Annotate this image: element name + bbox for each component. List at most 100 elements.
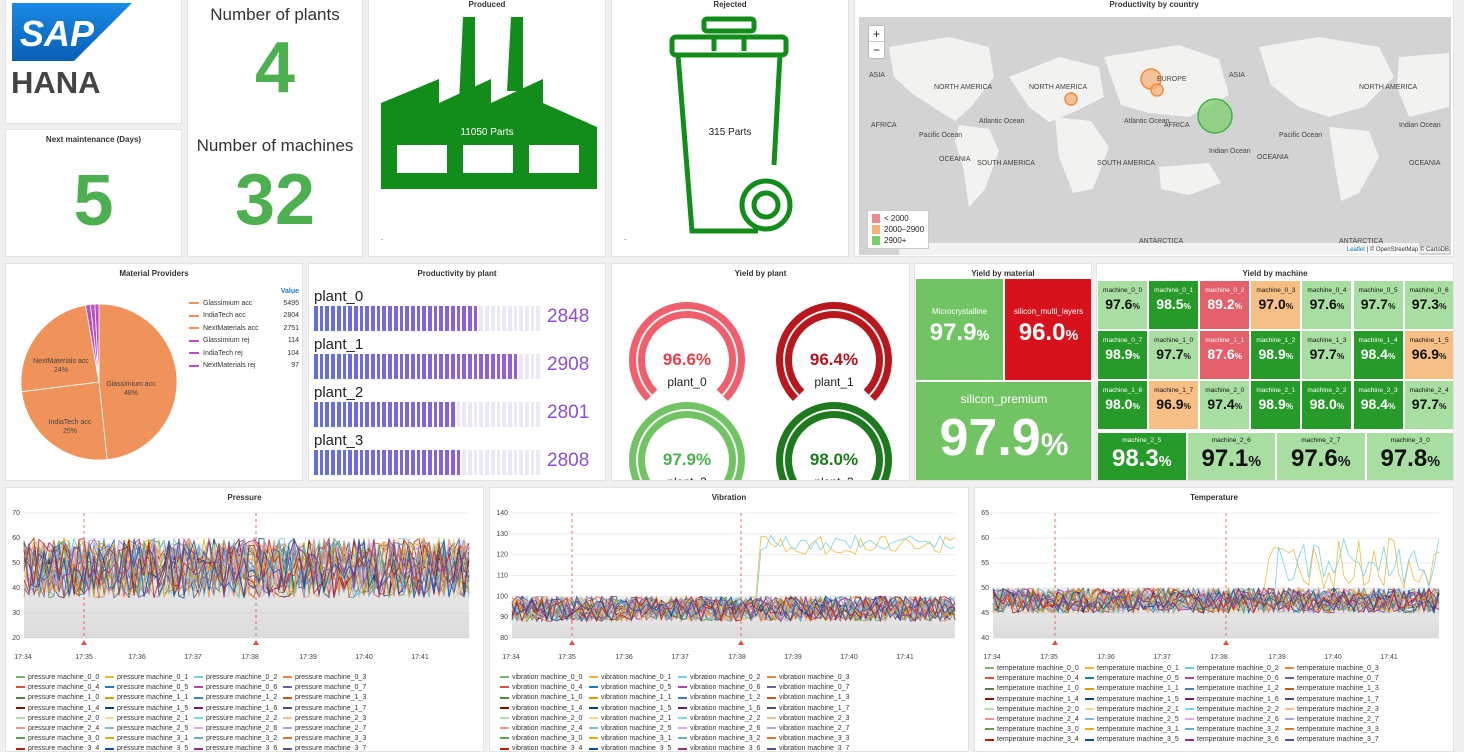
legend-item[interactable]: pressure machine_1_6 bbox=[194, 705, 277, 712]
legend-item[interactable]: temperature machine_3_7 bbox=[1285, 736, 1379, 743]
legend-item[interactable]: Glassimium acc 5495 bbox=[189, 297, 299, 310]
map-marker[interactable] bbox=[1150, 83, 1164, 97]
zoom-out-button[interactable]: − bbox=[869, 42, 884, 58]
annotation-marker[interactable] bbox=[253, 640, 259, 645]
legend-item[interactable]: pressure machine_0_3 bbox=[283, 674, 366, 681]
legend-item[interactable]: temperature machine_2_4 bbox=[985, 716, 1079, 723]
legend-item[interactable]: vibration machine_0_7 bbox=[767, 684, 849, 691]
annotation-marker[interactable] bbox=[1223, 640, 1229, 645]
legend-item[interactable]: NextMaterials rej 97 bbox=[189, 360, 299, 373]
legend-item[interactable]: vibration machine_2_1 bbox=[589, 715, 671, 722]
legend-item[interactable]: pressure machine_2_2 bbox=[194, 715, 277, 722]
legend-item[interactable]: vibration machine_1_5 bbox=[589, 705, 671, 712]
legend-item[interactable]: pressure machine_3_2 bbox=[194, 735, 277, 742]
legend-item[interactable]: vibration machine_3_3 bbox=[767, 735, 849, 742]
legend-item[interactable]: temperature machine_2_3 bbox=[1285, 706, 1379, 713]
legend-item[interactable]: temperature machine_2_5 bbox=[1085, 716, 1179, 723]
legend-item[interactable]: temperature machine_0_6 bbox=[1185, 675, 1279, 682]
annotation-marker[interactable] bbox=[738, 640, 744, 645]
legend-item[interactable]: vibration machine_3_5 bbox=[589, 745, 671, 751]
legend-item[interactable]: temperature machine_3_5 bbox=[1085, 736, 1179, 743]
map-marker[interactable] bbox=[1064, 92, 1078, 106]
legend-item[interactable]: pressure machine_2_1 bbox=[105, 715, 188, 722]
legend-item[interactable]: temperature machine_0_4 bbox=[985, 675, 1079, 682]
legend-item[interactable]: temperature machine_2_2 bbox=[1185, 706, 1279, 713]
legend-item[interactable]: temperature machine_1_0 bbox=[985, 685, 1079, 692]
temperature-chart[interactable]: 65 60 55 50 45 40 17:34 17:35 17:36 17:37 17:38 17:… bbox=[975, 506, 1454, 678]
legend-header[interactable]: Value bbox=[189, 288, 299, 295]
legend-item[interactable]: pressure machine_0_5 bbox=[105, 684, 188, 691]
legend-item[interactable]: NextMaterials acc 2751 bbox=[189, 322, 299, 335]
legend-item[interactable]: pressure machine_3_5 bbox=[105, 745, 188, 751]
legend-item[interactable]: vibration machine_0_6 bbox=[678, 684, 760, 691]
world-map[interactable]: NORTH AMERICA NORTH AMERICA NORTH AMERIC… bbox=[859, 17, 1451, 255]
legend-item[interactable]: vibration machine_3_6 bbox=[678, 745, 760, 751]
legend-item[interactable]: temperature machine_0_0 bbox=[985, 665, 1079, 672]
legend-item[interactable]: vibration machine_1_4 bbox=[500, 705, 582, 712]
legend-item[interactable]: vibration machine_1_7 bbox=[767, 705, 849, 712]
legend-item[interactable]: vibration machine_0_3 bbox=[767, 674, 849, 681]
legend-item[interactable]: pressure machine_2_5 bbox=[105, 725, 188, 732]
legend-item[interactable]: IndiaTech rej 104 bbox=[189, 347, 299, 360]
legend-item[interactable]: temperature machine_0_1 bbox=[1085, 665, 1179, 672]
legend-item[interactable]: temperature machine_2_1 bbox=[1085, 706, 1179, 713]
annotation-marker[interactable] bbox=[569, 640, 575, 645]
legend-item[interactable]: pressure machine_0_7 bbox=[283, 684, 366, 691]
legend-item[interactable]: IndiaTech acc 2804 bbox=[189, 310, 299, 323]
legend-item[interactable]: temperature machine_1_5 bbox=[1085, 696, 1179, 703]
legend-item[interactable]: temperature machine_3_3 bbox=[1285, 726, 1379, 733]
legend-item[interactable]: vibration machine_0_2 bbox=[678, 674, 760, 681]
legend-item[interactable]: Glassimium rej 114 bbox=[189, 335, 299, 348]
legend-item[interactable]: pressure machine_0_6 bbox=[194, 684, 277, 691]
vibration-chart[interactable]: 140 130 120 110 100 90 80 17:34 17:35 17:36 17:37 1… bbox=[490, 506, 969, 678]
legend-item[interactable]: vibration machine_0_4 bbox=[500, 684, 582, 691]
legend-item[interactable]: pressure machine_1_4 bbox=[16, 705, 99, 712]
pressure-chart[interactable]: 70 60 50 40 30 20 17:34 17:35 17:36 17:37 17:38 17:… bbox=[6, 506, 484, 678]
legend-item[interactable]: temperature machine_1_2 bbox=[1185, 685, 1279, 692]
legend-item[interactable]: pressure machine_3_7 bbox=[283, 745, 366, 751]
legend-item[interactable]: pressure machine_0_4 bbox=[16, 684, 99, 691]
pie-slice[interactable] bbox=[20, 304, 100, 393]
legend-item[interactable]: pressure machine_3_1 bbox=[105, 735, 188, 742]
legend-item[interactable]: vibration machine_1_0 bbox=[500, 694, 582, 701]
legend-item[interactable]: vibration machine_3_7 bbox=[767, 745, 849, 751]
legend-item[interactable]: pressure machine_2_3 bbox=[283, 715, 366, 722]
legend-item[interactable]: vibration machine_3_2 bbox=[678, 735, 760, 742]
legend-item[interactable]: temperature machine_0_3 bbox=[1285, 665, 1379, 672]
legend-item[interactable]: vibration machine_0_5 bbox=[589, 684, 671, 691]
legend-item[interactable]: temperature machine_2_7 bbox=[1285, 716, 1379, 723]
legend-item[interactable]: pressure machine_2_4 bbox=[16, 725, 99, 732]
legend-item[interactable]: pressure machine_3_4 bbox=[16, 745, 99, 751]
legend-item[interactable]: vibration machine_1_6 bbox=[678, 705, 760, 712]
legend-item[interactable]: vibration machine_3_1 bbox=[589, 735, 671, 742]
legend-item[interactable]: pressure machine_2_7 bbox=[283, 725, 366, 732]
legend-item[interactable]: pressure machine_1_1 bbox=[105, 694, 188, 701]
legend-item[interactable]: temperature machine_3_1 bbox=[1085, 726, 1179, 733]
legend-item[interactable]: vibration machine_1_1 bbox=[589, 694, 671, 701]
legend-item[interactable]: temperature machine_0_5 bbox=[1085, 675, 1179, 682]
legend-item[interactable]: pressure machine_0_0 bbox=[16, 674, 99, 681]
map-marker[interactable] bbox=[1197, 98, 1233, 134]
legend-item[interactable]: temperature machine_1_7 bbox=[1285, 696, 1379, 703]
legend-item[interactable]: temperature machine_2_6 bbox=[1185, 716, 1279, 723]
legend-item[interactable]: temperature machine_3_4 bbox=[985, 736, 1079, 743]
legend-item[interactable]: temperature machine_3_2 bbox=[1185, 726, 1279, 733]
legend-item[interactable]: vibration machine_2_6 bbox=[678, 725, 760, 732]
annotation-marker[interactable] bbox=[81, 640, 87, 645]
annotation-marker[interactable] bbox=[1052, 640, 1058, 645]
legend-item[interactable]: pressure machine_1_3 bbox=[283, 694, 366, 701]
legend-item[interactable]: vibration machine_2_2 bbox=[678, 715, 760, 722]
legend-item[interactable]: pressure machine_1_0 bbox=[16, 694, 99, 701]
leaflet-link[interactable]: Leaflet bbox=[1347, 247, 1365, 253]
legend-item[interactable]: pressure machine_2_6 bbox=[194, 725, 277, 732]
legend-item[interactable]: pressure machine_1_7 bbox=[283, 705, 366, 712]
legend-item[interactable]: pressure machine_0_2 bbox=[194, 674, 277, 681]
legend-item[interactable]: temperature machine_2_0 bbox=[985, 706, 1079, 713]
legend-item[interactable]: vibration machine_2_4 bbox=[500, 725, 582, 732]
zoom-in-button[interactable]: + bbox=[869, 26, 884, 42]
legend-item[interactable]: temperature machine_1_4 bbox=[985, 696, 1079, 703]
legend-item[interactable]: temperature machine_1_1 bbox=[1085, 685, 1179, 692]
legend-item[interactable]: vibration machine_2_7 bbox=[767, 725, 849, 732]
legend-item[interactable]: vibration machine_0_0 bbox=[500, 674, 582, 681]
legend-item[interactable]: temperature machine_0_7 bbox=[1285, 675, 1379, 682]
